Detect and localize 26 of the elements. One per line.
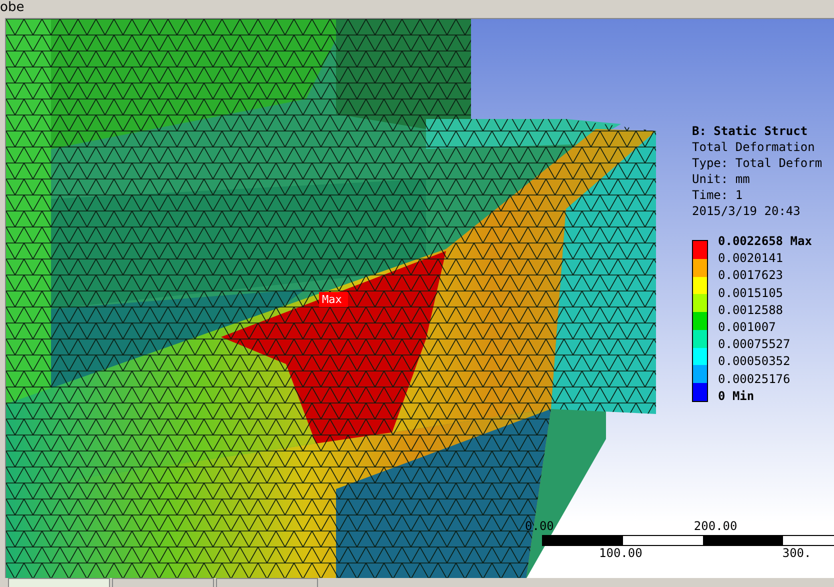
legend-value: 0.0012588	[718, 302, 784, 319]
legend-value: 0.00025176	[718, 370, 792, 388]
legend-value: 0.00050352	[718, 353, 792, 370]
legend-value: 0.001007	[718, 318, 777, 336]
result-info-line: Unit: mm	[692, 170, 751, 187]
result-title: B: Static Struct	[692, 122, 809, 139]
graphics-viewport[interactable]	[5, 18, 834, 578]
tab[interactable]	[8, 578, 110, 587]
scale-label: 300.	[782, 546, 812, 562]
result-info-line: Time: 1	[692, 186, 744, 203]
legend-value: 0.00075527	[718, 336, 792, 354]
result-info-line: 2015/3/19 20:43	[692, 202, 802, 219]
result-info-line: Total Deformation	[692, 138, 816, 155]
max-probe-label: Max	[319, 292, 348, 307]
scale-label: 100.00	[599, 546, 642, 562]
legend-value: 0.0020141	[718, 250, 784, 268]
legend-value: 0 Min	[718, 388, 756, 405]
legend-value: 0.0022658 Max	[718, 232, 812, 250]
window-title: obe	[0, 0, 24, 15]
legend-value: 0.0017623	[718, 267, 784, 284]
tab[interactable]	[216, 578, 318, 587]
legend-value: 0.0015105	[718, 284, 784, 302]
scale-label: 200.00	[694, 518, 738, 535]
tab[interactable]	[112, 578, 214, 587]
result-info-line: Type: Total Deform	[692, 154, 822, 171]
scale-label: 0.00	[525, 518, 554, 535]
